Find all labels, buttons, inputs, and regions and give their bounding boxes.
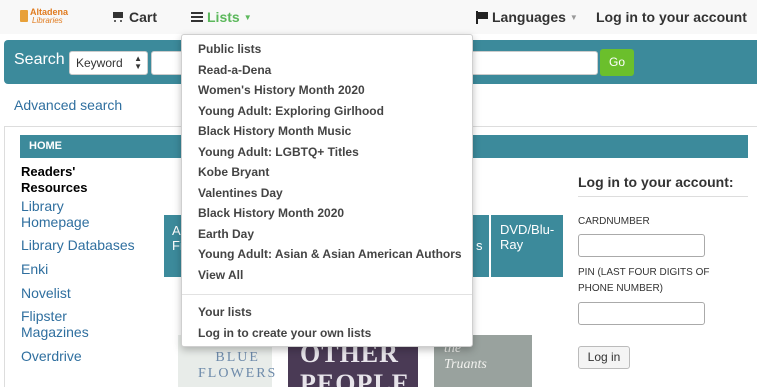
list-item-black-history-2020[interactable]: Black History Month 2020 [198,206,344,220]
cardnumber-label: CARDNUMBER [578,216,650,227]
caret-down-icon: ▼ [243,12,252,22]
your-lists-link[interactable]: Your lists [198,305,252,319]
library-logo[interactable]: Altadena Libraries [20,8,76,26]
logo-line2: Libraries [32,16,63,25]
category-tile-label: s [476,238,483,253]
lists-menu-toggle[interactable]: Lists ▼ [191,9,252,25]
pin-label: PIN (LAST FOUR DIGITS OF PHONE NUMBER) [578,267,710,294]
caret-down-icon: ▼ [569,12,578,22]
list-item-black-history-music[interactable]: Black History Month Music [198,124,351,138]
sidebar-link-overdrive[interactable]: Overdrive [21,348,82,364]
logo-mark [20,10,28,22]
sidebar-link-flipster[interactable]: Flipster Magazines [21,308,91,340]
search-label: Search [14,51,65,68]
lists-label: Lists [207,9,240,25]
sidebar-link-novelist[interactable]: Novelist [21,285,71,301]
list-item-lgbtq-titles[interactable]: Young Adult: LGBTQ+ Titles [198,145,359,159]
cardnumber-field[interactable] [578,234,705,257]
advanced-search-link[interactable]: Advanced search [14,97,122,113]
dropdown-divider [182,294,472,295]
flag-icon [475,10,488,24]
list-item-asian-american-authors[interactable]: Young Adult: Asian & Asian American Auth… [198,247,462,261]
sidebar-link-enki[interactable]: Enki [21,261,48,277]
public-lists-header: Public lists [198,42,262,56]
list-item-exploring-girlhood[interactable]: Young Adult: Exploring Girlhood [198,104,384,118]
login-link[interactable]: Log in to your account [596,9,747,25]
divider [578,196,748,197]
sidebar-link-library-homepage[interactable]: Library Homepage [21,198,101,230]
list-item-earth-day[interactable]: Earth Day [198,227,254,241]
list-item-kobe-bryant[interactable]: Kobe Bryant [198,165,269,179]
login-button[interactable]: Log in [578,346,630,369]
go-button[interactable]: Go [600,49,634,76]
search-type-select[interactable]: Keyword ▲ ▼ [69,51,148,75]
book-cover-title: BLUE FLOWERS [198,350,278,381]
sidebar-link-library-databases[interactable]: Library Databases [21,237,135,253]
login-create-lists-link[interactable]: Log in to create your own lists [198,326,371,340]
cart-link[interactable]: Cart [111,9,157,25]
list-icon [191,11,203,23]
cart-label: Cart [129,9,158,25]
pin-field[interactable] [578,302,705,325]
languages-label: Languages [492,9,566,25]
list-item-womens-history-month[interactable]: Women's History Month 2020 [198,83,365,97]
list-item-view-all[interactable]: View All [198,268,243,282]
shopping-cart-icon [111,11,125,23]
languages-menu-toggle[interactable]: Languages ▼ [475,9,578,25]
dvd-tile-label: DVD/Blu- Ray [500,222,555,252]
list-item-valentines-day[interactable]: Valentines Day [198,186,283,200]
breadcrumb-home[interactable]: HOME [29,140,62,152]
sidebar-heading: Readers' Resources [21,164,88,195]
search-type-value: Keyword [76,56,123,70]
lists-dropdown-menu: Public lists Read-a-Dena Women's History… [181,34,473,347]
login-panel-title: Log in to your account: [578,174,734,190]
list-item-read-a-dena[interactable]: Read-a-Dena [198,63,271,77]
select-arrows-icon: ▲ ▼ [134,54,142,71]
